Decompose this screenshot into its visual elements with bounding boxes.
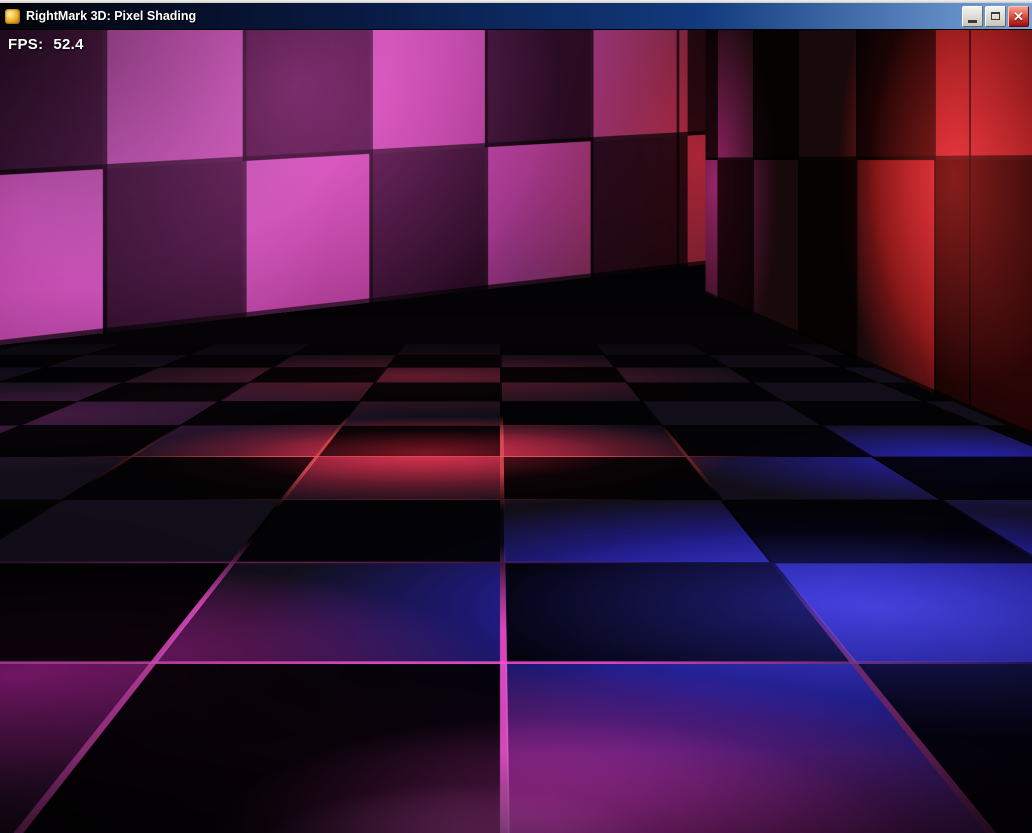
- minimize-icon: [968, 19, 977, 23]
- fps-value: 52.4: [53, 36, 84, 53]
- maximize-icon: [991, 12, 1000, 20]
- window-title: RightMark 3D: Pixel Shading: [26, 9, 197, 23]
- close-button[interactable]: ✕: [1008, 5, 1029, 27]
- fps-counter: FPS: 52.4: [8, 36, 84, 53]
- titlebar[interactable]: RightMark 3D: Pixel Shading ✕: [0, 3, 1032, 30]
- right-wall-light-hotspot: [705, 30, 1032, 440]
- render-viewport: FPS: 52.4: [0, 30, 1032, 833]
- scene-floor: [0, 344, 1032, 833]
- close-icon: ✕: [1013, 8, 1024, 24]
- minimize-button[interactable]: [962, 5, 983, 27]
- scene-right-wall: [705, 30, 1032, 440]
- app-icon[interactable]: [5, 8, 20, 24]
- app-window: RightMark 3D: Pixel Shading ✕ FPS: 52.4: [0, 0, 1032, 833]
- fps-label: FPS:: [8, 36, 44, 53]
- maximize-button[interactable]: [985, 5, 1006, 27]
- floor-grout-glow-red: [0, 344, 1032, 833]
